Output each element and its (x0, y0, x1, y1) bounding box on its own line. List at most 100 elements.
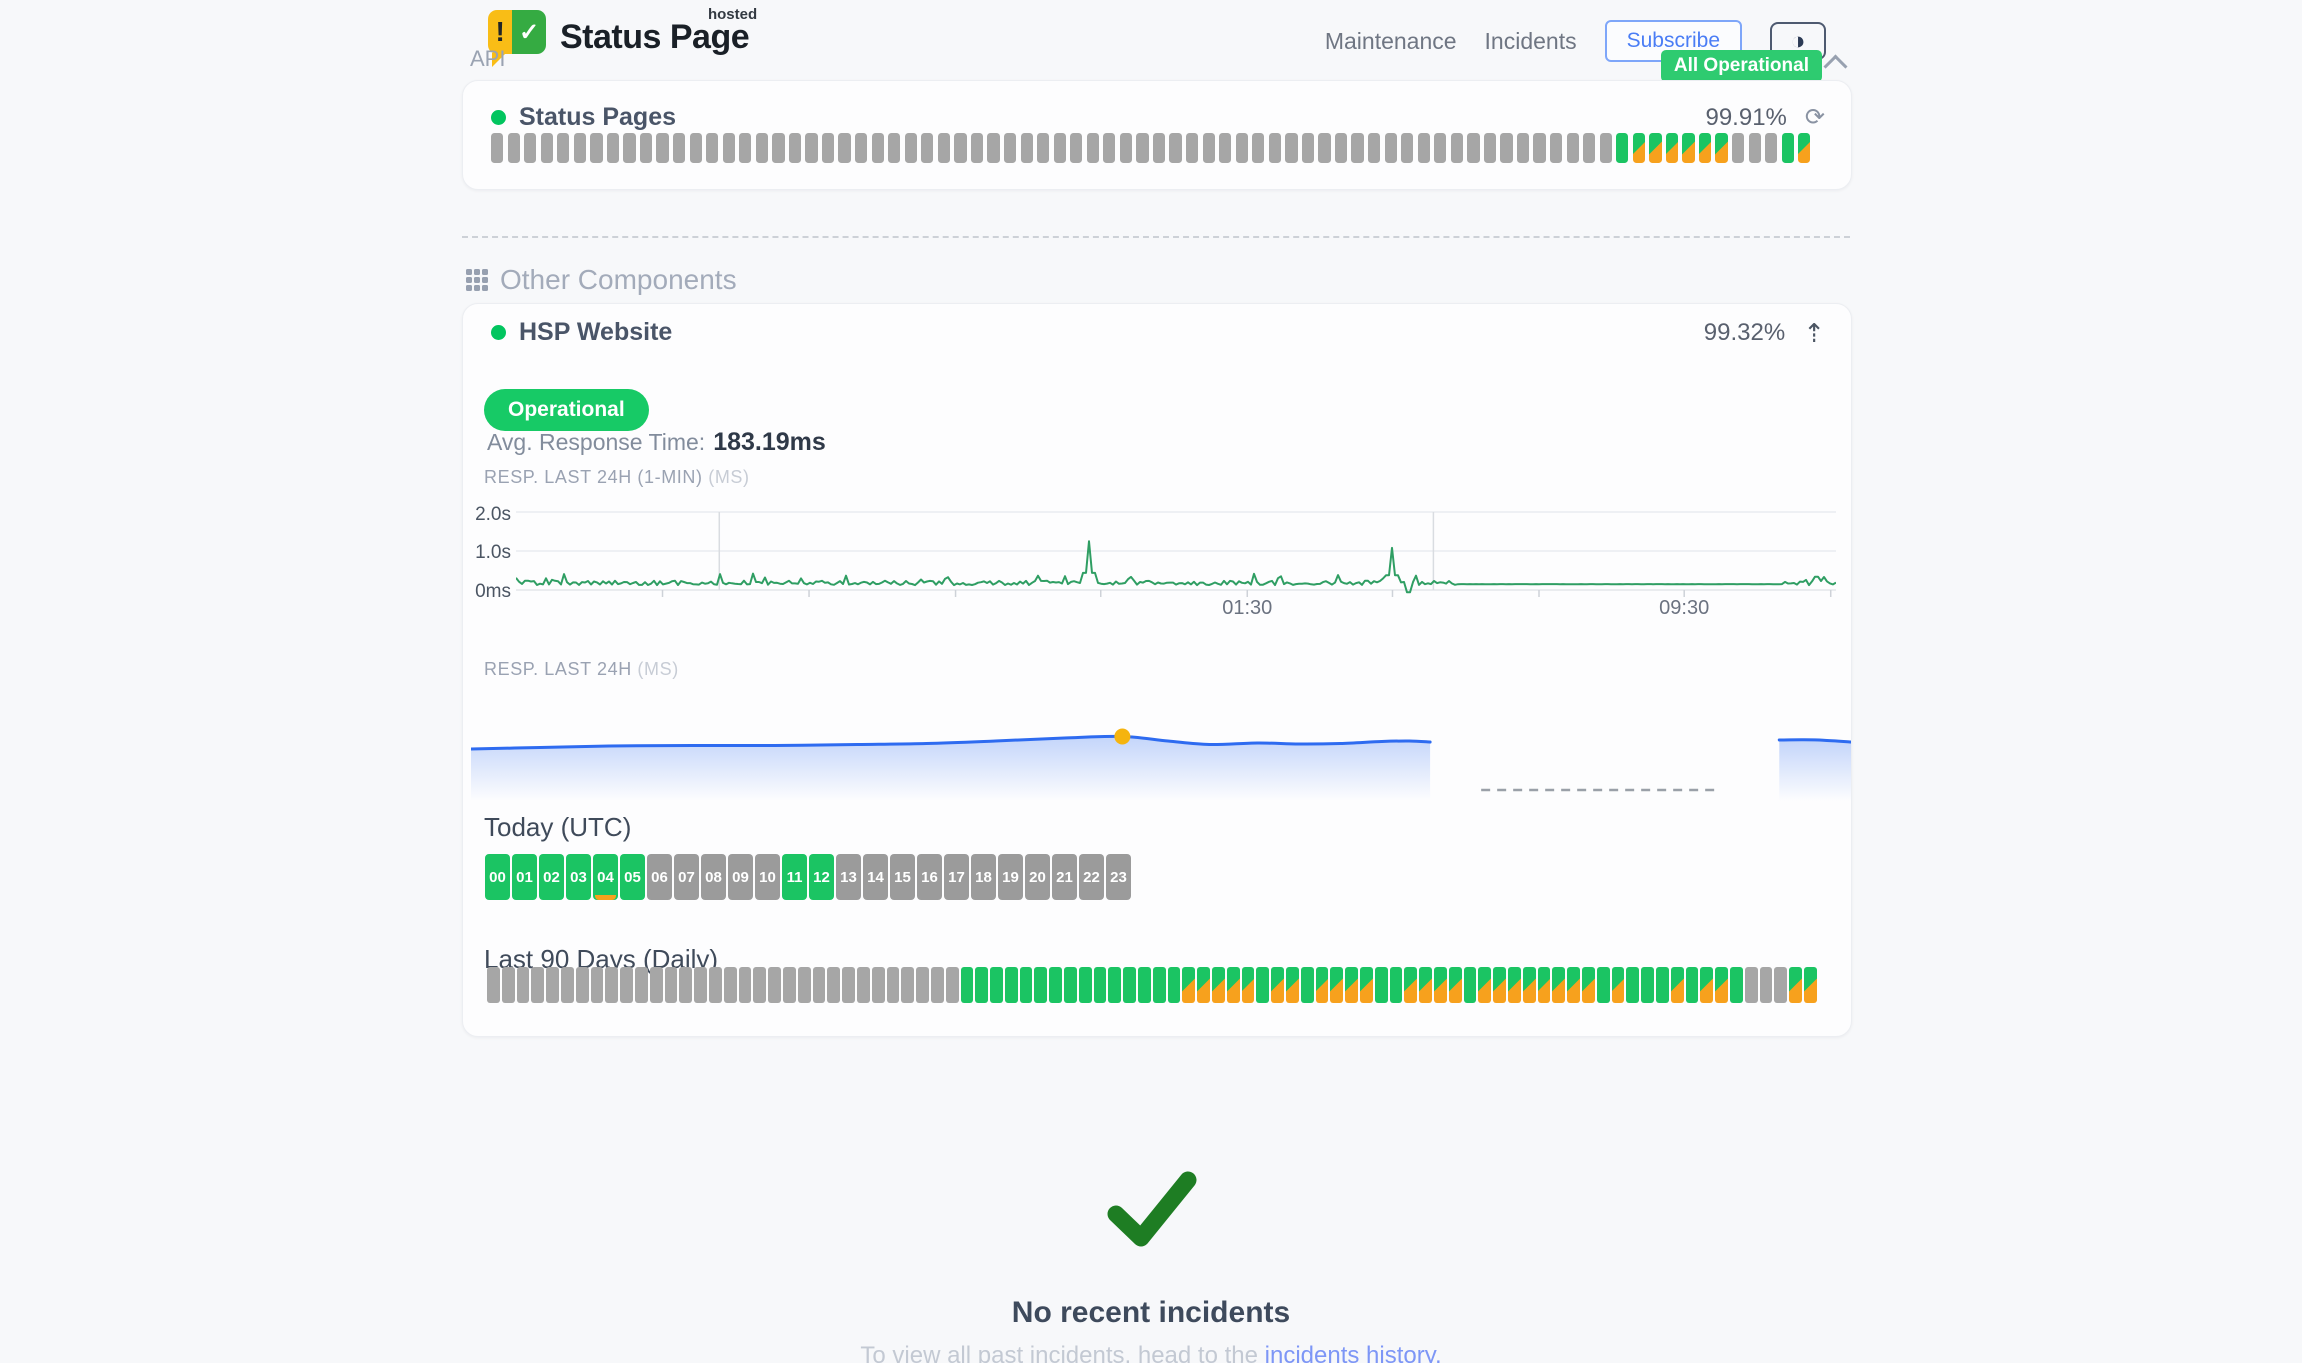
status-block-none[interactable] (783, 967, 796, 1003)
status-block-none[interactable] (739, 967, 752, 1003)
status-block-mixed[interactable] (1700, 967, 1713, 1003)
status-block-none[interactable] (1765, 133, 1777, 163)
status-block-none[interactable] (574, 133, 586, 163)
hour-block-06[interactable]: 06 (647, 854, 672, 900)
status-block-none[interactable] (905, 133, 917, 163)
status-block-up[interactable] (1153, 967, 1166, 1003)
status-block-mixed[interactable] (1715, 967, 1728, 1003)
status-block-mixed[interactable] (1419, 967, 1432, 1003)
status-block-none[interactable] (756, 133, 768, 163)
status-block-none[interactable] (938, 133, 950, 163)
status-block-none[interactable] (946, 967, 959, 1003)
status-block-none[interactable] (1236, 133, 1248, 163)
chevron-up-icon[interactable] (1823, 54, 1847, 78)
status-block-up[interactable] (1626, 967, 1639, 1003)
status-block-none[interactable] (916, 967, 929, 1003)
hour-block-02[interactable]: 02 (539, 854, 564, 900)
status-block-none[interactable] (605, 967, 618, 1003)
status-block-none[interactable] (1351, 133, 1363, 163)
status-block-none[interactable] (620, 967, 633, 1003)
status-block-none[interactable] (954, 133, 966, 163)
status-block-none[interactable] (1749, 133, 1761, 163)
status-block-none[interactable] (590, 133, 602, 163)
status-block-up[interactable] (1138, 967, 1151, 1003)
status-block-mixed[interactable] (1633, 133, 1645, 163)
hour-block-09[interactable]: 09 (728, 854, 753, 900)
status-block-none[interactable] (1368, 133, 1380, 163)
status-block-up[interactable] (1079, 967, 1092, 1003)
status-block-mixed[interactable] (1789, 967, 1802, 1003)
status-block-none[interactable] (1186, 133, 1198, 163)
nav-incidents[interactable]: Incidents (1485, 28, 1577, 55)
status-block-none[interactable] (706, 133, 718, 163)
response-time-24h-chart[interactable]: 01:3009:30 (516, 504, 1836, 622)
status-block-up[interactable] (961, 967, 974, 1003)
status-block-mixed[interactable] (1493, 967, 1506, 1003)
status-block-none[interactable] (576, 967, 589, 1003)
overall-status-badge[interactable]: All Operational (1661, 50, 1822, 82)
status-block-mixed[interactable] (1538, 967, 1551, 1003)
status-block-none[interactable] (508, 133, 520, 163)
status-block-none[interactable] (1269, 133, 1281, 163)
status-block-up[interactable] (975, 967, 988, 1003)
hour-block-16[interactable]: 16 (917, 854, 942, 900)
status-block-mixed[interactable] (1699, 133, 1711, 163)
status-block-up[interactable] (1686, 967, 1699, 1003)
status-block-up[interactable] (1616, 133, 1628, 163)
status-block-none[interactable] (1451, 133, 1463, 163)
status-block-mixed[interactable] (1330, 967, 1343, 1003)
status-block-none[interactable] (838, 133, 850, 163)
status-block-none[interactable] (1567, 133, 1579, 163)
status-block-none[interactable] (1103, 133, 1115, 163)
incidents-history-link[interactable]: incidents history. (1265, 1342, 1442, 1363)
status-block-mixed[interactable] (1197, 967, 1210, 1003)
status-block-none[interactable] (1136, 133, 1148, 163)
status-block-none[interactable] (1203, 133, 1215, 163)
status-block-mixed[interactable] (1612, 967, 1625, 1003)
status-block-none[interactable] (591, 967, 604, 1003)
status-block-mixed[interactable] (1286, 967, 1299, 1003)
status-block-none[interactable] (921, 133, 933, 163)
status-block-up[interactable] (1656, 967, 1669, 1003)
status-block-mixed[interactable] (1567, 967, 1580, 1003)
status-block-none[interactable] (541, 133, 553, 163)
status-block-none[interactable] (1087, 133, 1099, 163)
status-block-mixed[interactable] (1404, 967, 1417, 1003)
status-block-none[interactable] (1774, 967, 1787, 1003)
status-block-mixed[interactable] (1182, 967, 1195, 1003)
status-block-none[interactable] (1285, 133, 1297, 163)
status-block-mixed[interactable] (1449, 967, 1462, 1003)
status-block-none[interactable] (1550, 133, 1562, 163)
status-block-none[interactable] (679, 967, 692, 1003)
response-time-avg-chart[interactable] (471, 696, 1851, 814)
status-block-up[interactable] (1168, 967, 1181, 1003)
status-block-none[interactable] (650, 967, 663, 1003)
status-block-mixed[interactable] (1508, 967, 1521, 1003)
hour-block-19[interactable]: 19 (998, 854, 1023, 900)
status-block-none[interactable] (690, 133, 702, 163)
status-block-mixed[interactable] (1552, 967, 1565, 1003)
status-block-mixed[interactable] (1798, 133, 1810, 163)
status-block-none[interactable] (855, 133, 867, 163)
status-block-mixed[interactable] (1242, 967, 1255, 1003)
status-block-none[interactable] (607, 133, 619, 163)
status-block-none[interactable] (1533, 133, 1545, 163)
hour-block-11[interactable]: 11 (782, 854, 807, 900)
status-block-up[interactable] (1782, 133, 1794, 163)
nav-maintenance[interactable]: Maintenance (1325, 28, 1457, 55)
status-block-none[interactable] (673, 133, 685, 163)
hour-block-21[interactable]: 21 (1052, 854, 1077, 900)
status-block-none[interactable] (872, 967, 885, 1003)
status-block-mixed[interactable] (1316, 967, 1329, 1003)
status-block-up[interactable] (1464, 967, 1477, 1003)
status-block-up[interactable] (1301, 967, 1314, 1003)
status-block-up[interactable] (1730, 967, 1743, 1003)
status-block-mixed[interactable] (1666, 133, 1678, 163)
status-block-none[interactable] (487, 967, 500, 1003)
status-block-none[interactable] (665, 967, 678, 1003)
status-block-none[interactable] (502, 967, 515, 1003)
status-block-none[interactable] (805, 133, 817, 163)
hour-block-03[interactable]: 03 (566, 854, 591, 900)
status-block-none[interactable] (739, 133, 751, 163)
hour-block-22[interactable]: 22 (1079, 854, 1104, 900)
